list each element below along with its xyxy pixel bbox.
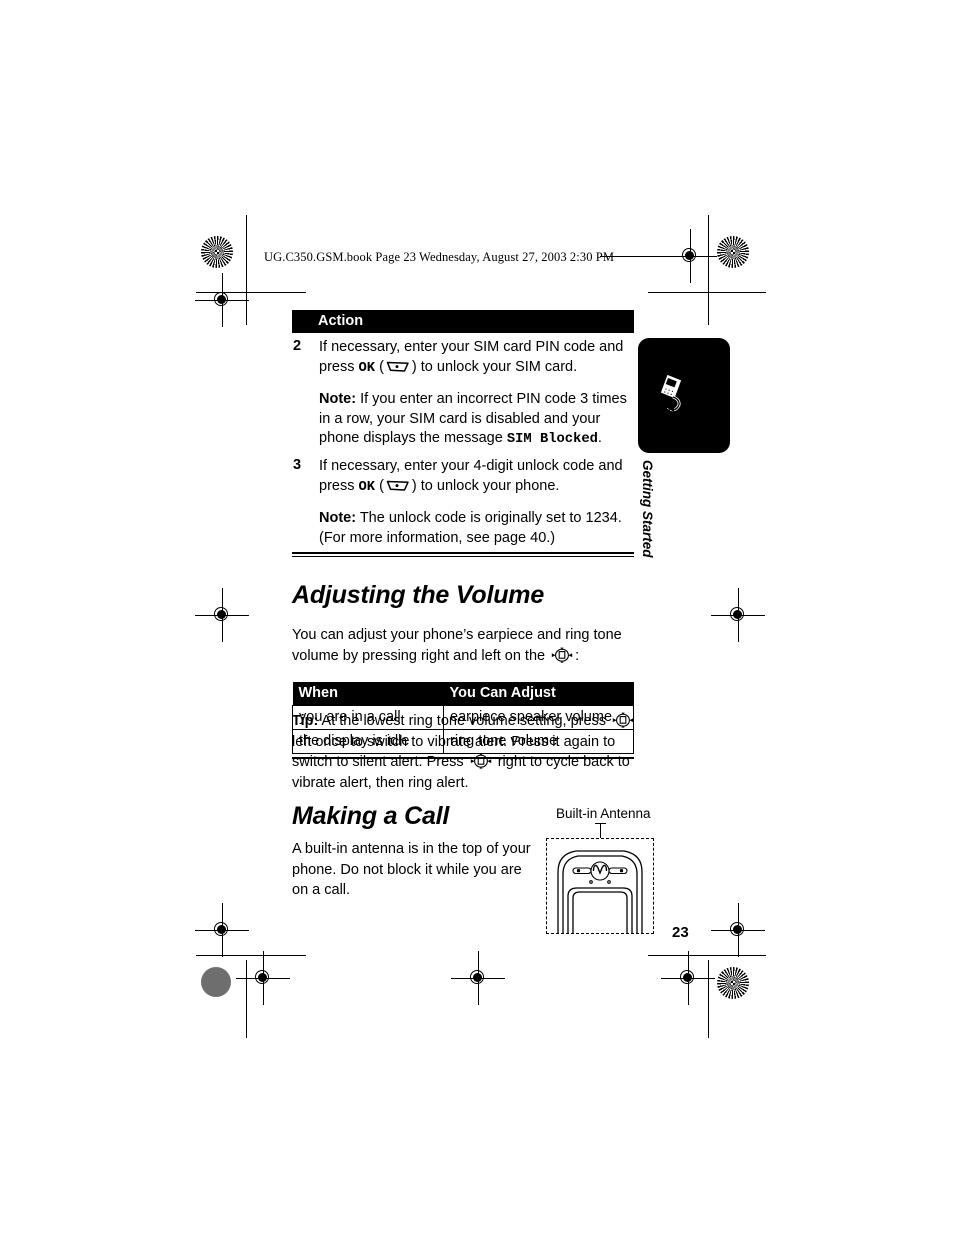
step-2-text-b: ( <box>375 358 384 375</box>
registration-mark-foot-center <box>451 951 505 1005</box>
step-number: 3 <box>293 456 302 473</box>
tip-paragraph: Tip: At the lowest ring tone volume sett… <box>292 711 654 793</box>
running-phone-icon <box>641 366 701 426</box>
step-2-instruction: If necessary, enter your SIM card PIN co… <box>319 338 633 378</box>
table-row: 2 If necessary, enter your SIM card PIN … <box>292 333 634 452</box>
tip-label: Tip: <box>292 713 319 729</box>
step-3-text-b: ( <box>375 477 384 494</box>
step-number: 2 <box>293 338 302 354</box>
volume-column-when: When <box>292 682 444 706</box>
steps-table-bottom-rule-2 <box>292 556 634 558</box>
registration-mark-foot-left <box>236 951 290 1005</box>
halftone-target-top-left <box>201 236 233 268</box>
step-2-ok-label: OK <box>358 360 376 376</box>
steps-header-action: Action <box>318 313 364 329</box>
steps-table: Action 2 If necessary, enter your SIM ca… <box>292 310 634 550</box>
volume-intro-paragraph: You can adjust your phone’s earpiece and… <box>292 625 634 666</box>
soft-key-icon <box>385 360 411 373</box>
making-a-call-body: A built-in antenna is in the top of your… <box>292 841 531 898</box>
registration-mark-mid-right <box>711 588 765 642</box>
phone-top-antenna-diagram <box>546 838 654 934</box>
steps-header-spacer <box>292 310 318 333</box>
volume-table-header-row: When You Can Adjust <box>292 682 634 706</box>
side-tab-label: Getting Started <box>640 460 655 558</box>
registration-mark-mid-left <box>195 588 249 642</box>
halftone-target-top-right <box>717 236 749 268</box>
trim-rule-right-top <box>708 215 709 325</box>
trim-rule-bottom-left <box>196 955 306 956</box>
step-2-note: Note: If you enter an incorrect PIN code… <box>319 390 633 450</box>
registration-mark-foot-right <box>661 951 715 1005</box>
steps-table-bottom-rule <box>292 552 634 555</box>
nav-key-icon <box>551 647 573 663</box>
soft-key-icon <box>385 479 411 492</box>
trim-rule-top-right <box>648 292 766 293</box>
step-3-text-c: ) to unlock your phone. <box>411 477 560 494</box>
book-file-header: UG.C350.GSM.book Page 23 Wednesday, Augu… <box>264 250 615 264</box>
trim-rule-left-bottom <box>246 960 247 1038</box>
step-text: If necessary, enter your SIM card PIN co… <box>318 333 634 452</box>
halftone-target-bottom-right <box>717 967 749 999</box>
registration-mark-bottom-left <box>195 903 249 957</box>
registration-mark-bottom-right <box>711 903 765 957</box>
nav-key-icon <box>612 712 634 728</box>
steps-table-header-row: Action <box>292 310 634 333</box>
step-3-instruction: If necessary, enter your 4-digit unlock … <box>319 457 633 497</box>
leader-line <box>600 824 601 838</box>
page-content: Action 2 If necessary, enter your SIM ca… <box>292 310 634 764</box>
step-text: If necessary, enter your 4-digit unlock … <box>318 452 634 550</box>
step-3-ok-label: OK <box>358 479 376 495</box>
volume-column-you-can-adjust: You Can Adjust <box>443 682 634 706</box>
note-label: Note: <box>319 510 357 527</box>
tip-text-1: At the lowest ring tone volume setting, … <box>318 713 611 729</box>
printed-page: UG.C350.GSM.book Page 23 Wednesday, Augu… <box>0 0 954 1235</box>
note-label: Note: <box>319 391 357 408</box>
registration-mark-top-left <box>195 273 249 327</box>
trim-rule-left-top <box>246 215 247 325</box>
nav-key-icon <box>470 753 492 769</box>
page-number: 23 <box>672 924 689 941</box>
page-title-making-a-call: Making a Call <box>292 802 450 830</box>
trim-rule-bottom-right <box>648 955 766 956</box>
step-2-note-period: . <box>597 430 602 447</box>
halftone-target-bottom-left <box>201 967 231 997</box>
volume-intro-colon: : <box>575 647 580 664</box>
step-2-text-c: ) to unlock your SIM card. <box>411 358 578 375</box>
sim-blocked-message: SIM Blocked <box>506 432 598 448</box>
table-row: 3 If necessary, enter your 4-digit unloc… <box>292 452 634 550</box>
registration-mark-top-right <box>675 229 717 283</box>
page-title-adjusting-the-volume: Adjusting the Volume <box>292 581 545 610</box>
figure-label-built-in-antenna: Built-in Antenna <box>556 806 651 821</box>
step-3-note-text: The unlock code is originally set to 123… <box>319 510 622 546</box>
trim-rule-right-bottom <box>708 960 709 1038</box>
step-3-note: Note: The unlock code is originally set … <box>319 509 633 548</box>
